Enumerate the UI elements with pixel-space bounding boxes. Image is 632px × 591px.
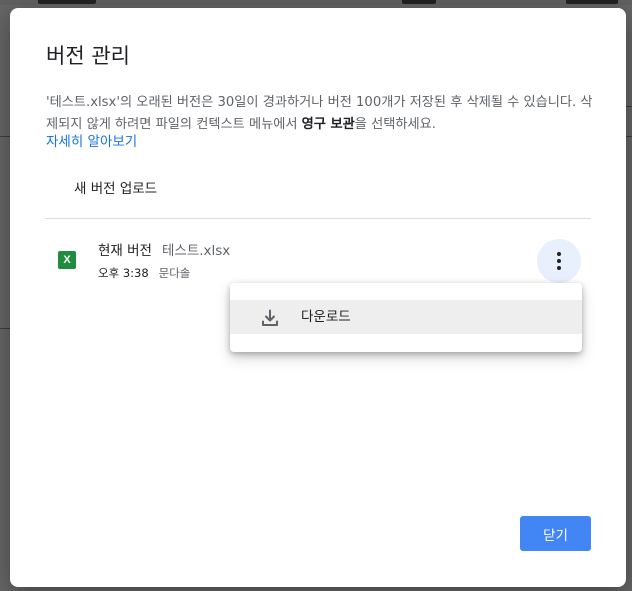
close-button[interactable]: 닫기: [520, 516, 591, 551]
current-version-label: 현재 버전: [98, 243, 152, 259]
learn-more-link[interactable]: 자세히 알아보기: [46, 132, 137, 152]
dialog-title: 버전 관리: [46, 44, 130, 68]
more-actions-button[interactable]: [537, 239, 581, 283]
description-bold-text: 영구 보관: [301, 117, 355, 132]
version-management-dialog: 버전 관리 '테스트.xlsx'의 오래된 버전은 30일이 경과하거나 버전 …: [10, 8, 626, 587]
version-meta-row: 오후 3:38 문다솔: [98, 265, 190, 281]
menu-item-download[interactable]: 다운로드: [230, 300, 582, 334]
version-file-name: 테스트.xlsx: [161, 243, 231, 259]
version-time: 오후 3:38: [98, 266, 149, 280]
version-user: 문다솔: [158, 266, 191, 280]
version-title-row: 현재 버전 테스트.xlsx: [98, 239, 230, 259]
download-icon: [262, 309, 278, 326]
sheets-file-icon: X: [58, 251, 76, 269]
menu-item-label: 다운로드: [301, 309, 351, 325]
more-vert-icon: [557, 252, 561, 270]
upload-new-version-button[interactable]: 새 버전 업로드: [62, 171, 169, 203]
section-divider: [45, 218, 591, 219]
version-context-menu: 다운로드: [230, 283, 582, 352]
description-text-end: 을 선택하세요.: [354, 117, 436, 132]
dialog-description: '테스트.xlsx'의 오래된 버전은 30일이 경과하거나 버전 100개가 …: [46, 92, 594, 136]
